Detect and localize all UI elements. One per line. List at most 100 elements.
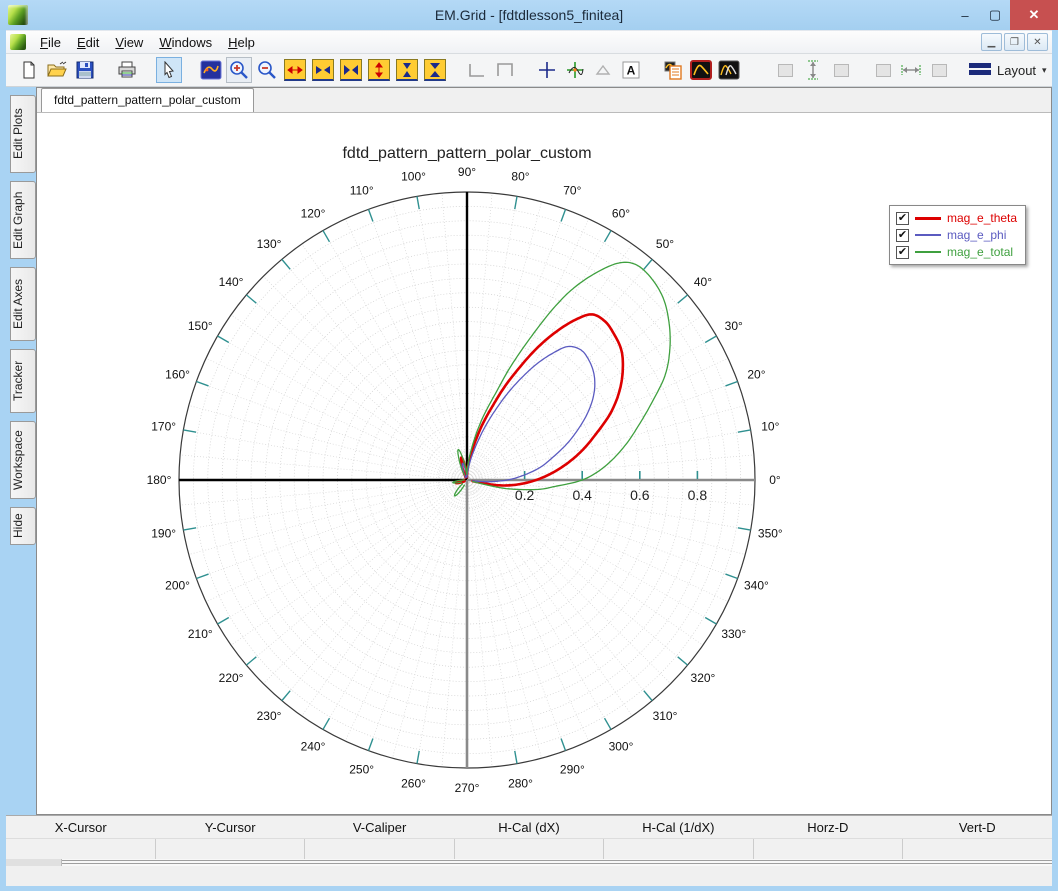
svg-text:100°: 100° (401, 170, 426, 184)
zoom-in-button[interactable] (226, 57, 252, 83)
menu-file[interactable]: File (32, 33, 69, 52)
new-button[interactable] (16, 57, 42, 83)
title-bar: EM.Grid - [fdtdlesson5_finitea] – ▢ ✕ (0, 0, 1058, 30)
mdi-close-button[interactable]: ✕ (1027, 33, 1048, 51)
save-floppy-icon (76, 61, 94, 79)
checkbox-checked-icon[interactable]: ✔ (896, 211, 909, 225)
distribute-vertical-button[interactable] (800, 57, 826, 83)
cursor-status-bar: X-Cursor Y-Cursor V-Caliper H-Cal (dX) H… (6, 815, 1052, 859)
plot-style-button[interactable] (688, 57, 714, 83)
sidebar-item-edit-plots[interactable]: Edit Plots (10, 95, 36, 173)
triangle-icon (595, 64, 611, 75)
svg-text:0°: 0° (769, 473, 781, 487)
svg-text:170°: 170° (151, 420, 176, 434)
checkbox-checked-icon[interactable]: ✔ (896, 245, 909, 259)
mdi-minimize-button[interactable]: ▁ (981, 33, 1002, 51)
pointer-arrow-icon (164, 61, 174, 79)
status-value-v-caliper (304, 839, 454, 859)
svg-text:50°: 50° (656, 237, 674, 251)
zoom-out-button[interactable] (254, 57, 280, 83)
printer-icon (118, 61, 136, 78)
multi-plot-button[interactable] (716, 57, 742, 83)
compress-vertical-button[interactable] (422, 57, 448, 83)
legend-label: mag_e_total (947, 245, 1014, 259)
distribute-horizontal-button[interactable] (898, 57, 924, 83)
mdi-restore-button[interactable]: ❐ (1004, 33, 1025, 51)
h-expand-icon (284, 59, 306, 81)
legend-box[interactable]: ✔ mag_e_theta ✔ mag_e_phi ✔ mag_e_total (889, 205, 1027, 265)
shrink-vertical-button[interactable] (394, 57, 420, 83)
gray-box-icon (833, 63, 849, 77)
h-distribute-icon (901, 65, 921, 75)
tracker-button[interactable] (562, 57, 588, 83)
menu-help[interactable]: Help (220, 33, 263, 52)
cursor-cross-button[interactable] (534, 57, 560, 83)
legend-line-sample (915, 251, 941, 253)
expand-vertical-button[interactable] (366, 57, 392, 83)
open-button[interactable] (44, 57, 70, 83)
svg-text:20°: 20° (747, 368, 765, 382)
status-col-v-caliper: V-Caliper (352, 819, 407, 835)
tab-fdtd-pattern[interactable]: fdtd_pattern_pattern_polar_custom (41, 88, 254, 112)
status-value-horz-d (752, 839, 903, 859)
svg-text:10°: 10° (761, 420, 779, 434)
polar-plot-area[interactable]: fdtd_pattern_pattern_polar_custom 0.2 0.4… (37, 113, 1051, 814)
tracker-icon (567, 62, 584, 78)
gray-box-icon (777, 63, 793, 77)
sidebar-item-edit-graph[interactable]: Edit Graph (10, 181, 36, 259)
align-vertical-right-button[interactable] (828, 57, 854, 83)
svg-text:230°: 230° (257, 709, 282, 723)
v-expand-icon (368, 59, 390, 81)
window-title: EM.Grid - [fdtdlesson5_finitea] (434, 7, 624, 23)
align-horizontal-right-button[interactable] (926, 57, 952, 83)
corner-axes-icon (469, 64, 484, 77)
bottom-gripper[interactable] (6, 859, 1052, 866)
svg-text:320°: 320° (691, 671, 716, 685)
menu-view[interactable]: View (107, 33, 151, 52)
menu-edit[interactable]: Edit (69, 33, 107, 52)
align-vertical-left-button[interactable] (772, 57, 798, 83)
svg-text:200°: 200° (165, 578, 190, 592)
svg-text:0.6: 0.6 (630, 487, 650, 503)
shrink-horizontal-button[interactable] (310, 57, 336, 83)
box-frame-button[interactable] (492, 57, 518, 83)
status-value-vert-d (902, 839, 1052, 859)
save-button[interactable] (72, 57, 98, 83)
svg-text:70°: 70° (563, 184, 581, 198)
layout-label: Layout (997, 62, 1037, 78)
sidebar-item-workspace[interactable]: Workspace (10, 421, 36, 499)
print-button[interactable] (114, 57, 140, 83)
v-distribute-icon (808, 60, 818, 80)
footer-area (6, 866, 1052, 886)
align-horizontal-left-button[interactable] (870, 57, 896, 83)
layout-icon (969, 63, 991, 77)
axes-corner-button[interactable] (464, 57, 490, 83)
svg-text:300°: 300° (609, 740, 634, 754)
legend-toggle-button[interactable] (660, 57, 686, 83)
checkbox-checked-icon[interactable]: ✔ (896, 228, 909, 242)
caliper-button[interactable] (590, 57, 616, 83)
menu-windows[interactable]: Windows (151, 33, 220, 52)
status-col-hcal-dx: H-Cal (dX) (498, 819, 560, 835)
svg-text:260°: 260° (401, 776, 426, 790)
status-value-hcal-dx (453, 839, 604, 859)
zoom-window-button[interactable] (198, 57, 224, 83)
pointer-tool-button[interactable] (156, 57, 182, 83)
compress-horizontal-button[interactable] (338, 57, 364, 83)
sidebar-item-edit-axes[interactable]: Edit Axes (10, 267, 36, 341)
svg-text:30°: 30° (725, 319, 743, 333)
toolbar: A Layout ▾ (6, 53, 1052, 87)
legend-item: ✔ mag_e_total (896, 245, 1017, 259)
text-annotation-button[interactable]: A (618, 57, 644, 83)
plot-tab-bar: fdtd_pattern_pattern_polar_custom (37, 88, 1051, 113)
expand-horizontal-button[interactable] (282, 57, 308, 83)
svg-text:110°: 110° (350, 184, 374, 198)
layout-dropdown[interactable]: Layout ▾ (968, 62, 1048, 79)
status-col-y-cursor: Y-Cursor (204, 819, 256, 835)
sidebar-item-hide[interactable]: Hide (10, 507, 36, 545)
svg-text:330°: 330° (721, 627, 746, 641)
window-bottom-border (0, 886, 1058, 891)
chart-title: fdtd_pattern_pattern_polar_custom (342, 145, 592, 162)
sidebar-item-tracker[interactable]: Tracker (10, 349, 36, 413)
app-window: EM.Grid - [fdtdlesson5_finitea] – ▢ ✕ Fi… (0, 0, 1058, 891)
